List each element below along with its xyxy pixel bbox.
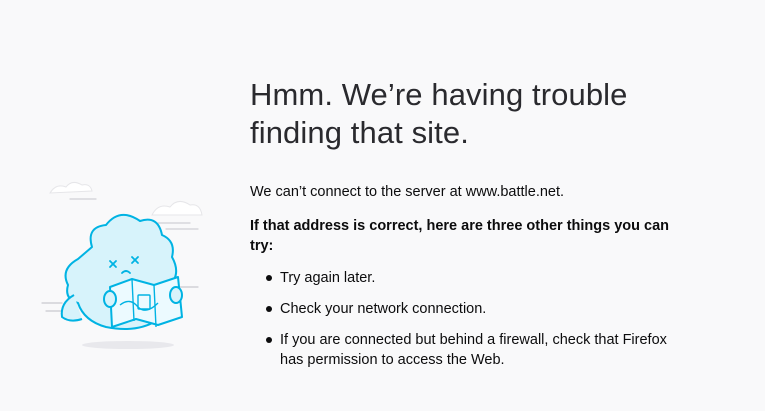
- bullet-icon: [266, 337, 272, 343]
- suggestion-text: If you are connected but behind a firewa…: [280, 332, 667, 368]
- bullet-icon: [266, 306, 272, 312]
- error-subheading: If that address is correct, here are thr…: [250, 218, 670, 254]
- suggestion-item: Check your network connection.: [250, 299, 670, 319]
- suggestion-list: Try again later. Check your network conn…: [250, 268, 670, 370]
- lost-character-illustration-icon: [40, 175, 210, 360]
- bullet-icon: [266, 275, 272, 281]
- suggestion-item: If you are connected but behind a firewa…: [250, 330, 670, 370]
- suggestion-text: Try again later.: [280, 270, 376, 286]
- suggestion-item: Try again later.: [250, 268, 670, 288]
- error-title: Hmm. We’re having trouble finding that s…: [250, 77, 628, 150]
- error-content: Hmm. We’re having trouble finding that s…: [250, 76, 670, 381]
- error-page: Hmm. We’re having trouble finding that s…: [0, 0, 765, 411]
- suggestion-text: Check your network connection.: [280, 301, 487, 317]
- error-description: We can’t connect to the server at www.ba…: [250, 184, 565, 200]
